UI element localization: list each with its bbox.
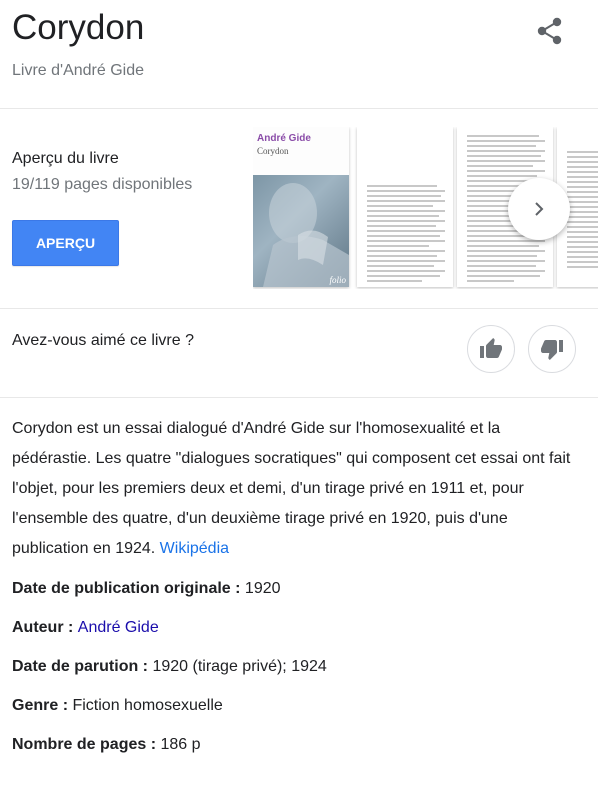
fact-value: 1920 (tirage privé); 1924: [152, 658, 327, 675]
fact-value: 186 p: [160, 736, 201, 753]
fact-value: 1920: [244, 580, 281, 597]
cover-figure-image: [263, 183, 349, 287]
cover-author: André Gide: [257, 133, 311, 144]
chevron-right-icon: [535, 202, 544, 216]
like-button[interactable]: [467, 325, 515, 373]
fact-genre: Genre : Fiction homosexuelle: [12, 695, 582, 734]
fact-value: Fiction homosexuelle: [72, 697, 223, 714]
thumb-down-icon: [541, 340, 563, 360]
preview-button[interactable]: APERÇU: [12, 220, 119, 266]
wikipedia-link[interactable]: Wikipédia: [160, 540, 229, 557]
fact-label: Auteur :: [12, 619, 78, 636]
next-pages-button[interactable]: [508, 178, 570, 240]
rating-section: Avez-vous aimé ce livre ?: [0, 309, 598, 398]
header: Corydon Livre d'André Gide: [0, 0, 598, 109]
page-thumbnail[interactable]: [357, 127, 453, 287]
share-icon: [537, 17, 562, 45]
author-link[interactable]: André Gide: [78, 619, 159, 636]
share-button[interactable]: [530, 11, 570, 51]
page-title: Corydon: [12, 8, 145, 47]
fact-original-date: Date de publication originale : 1920: [12, 578, 582, 617]
fact-label: Date de parution :: [12, 658, 153, 675]
cover-title: Corydon: [257, 146, 289, 156]
fact-label: Nombre de pages :: [12, 736, 161, 753]
fact-label: Date de publication originale :: [12, 580, 245, 597]
fact-author: Auteur : André Gide: [12, 617, 582, 656]
description-text: Corydon est un essai dialogué d'André Gi…: [12, 420, 571, 557]
rating-question: Avez-vous aimé ce livre ?: [12, 332, 194, 349]
fact-release-date: Date de parution : 1920 (tirage privé); …: [12, 656, 582, 695]
book-description: Corydon est un essai dialogué d'André Gi…: [12, 414, 582, 564]
book-cover-thumbnail[interactable]: André Gide Corydon folio: [253, 127, 349, 287]
book-facts: Date de publication originale : 1920 Aut…: [12, 578, 582, 773]
preview-label: Aperçu du livre: [12, 150, 119, 167]
fact-label: Genre :: [12, 697, 73, 714]
page-subtitle: Livre d'André Gide: [12, 62, 145, 79]
fact-page-count: Nombre de pages : 186 p: [12, 734, 582, 773]
cover-photo: [253, 175, 349, 287]
book-preview-section: Aperçu du livre 19/119 pages disponibles…: [0, 109, 598, 309]
dislike-button[interactable]: [528, 325, 576, 373]
cover-publisher: folio: [329, 275, 346, 285]
thumb-up-icon: [480, 338, 502, 358]
preview-pages-available: 19/119 pages disponibles: [12, 176, 193, 193]
